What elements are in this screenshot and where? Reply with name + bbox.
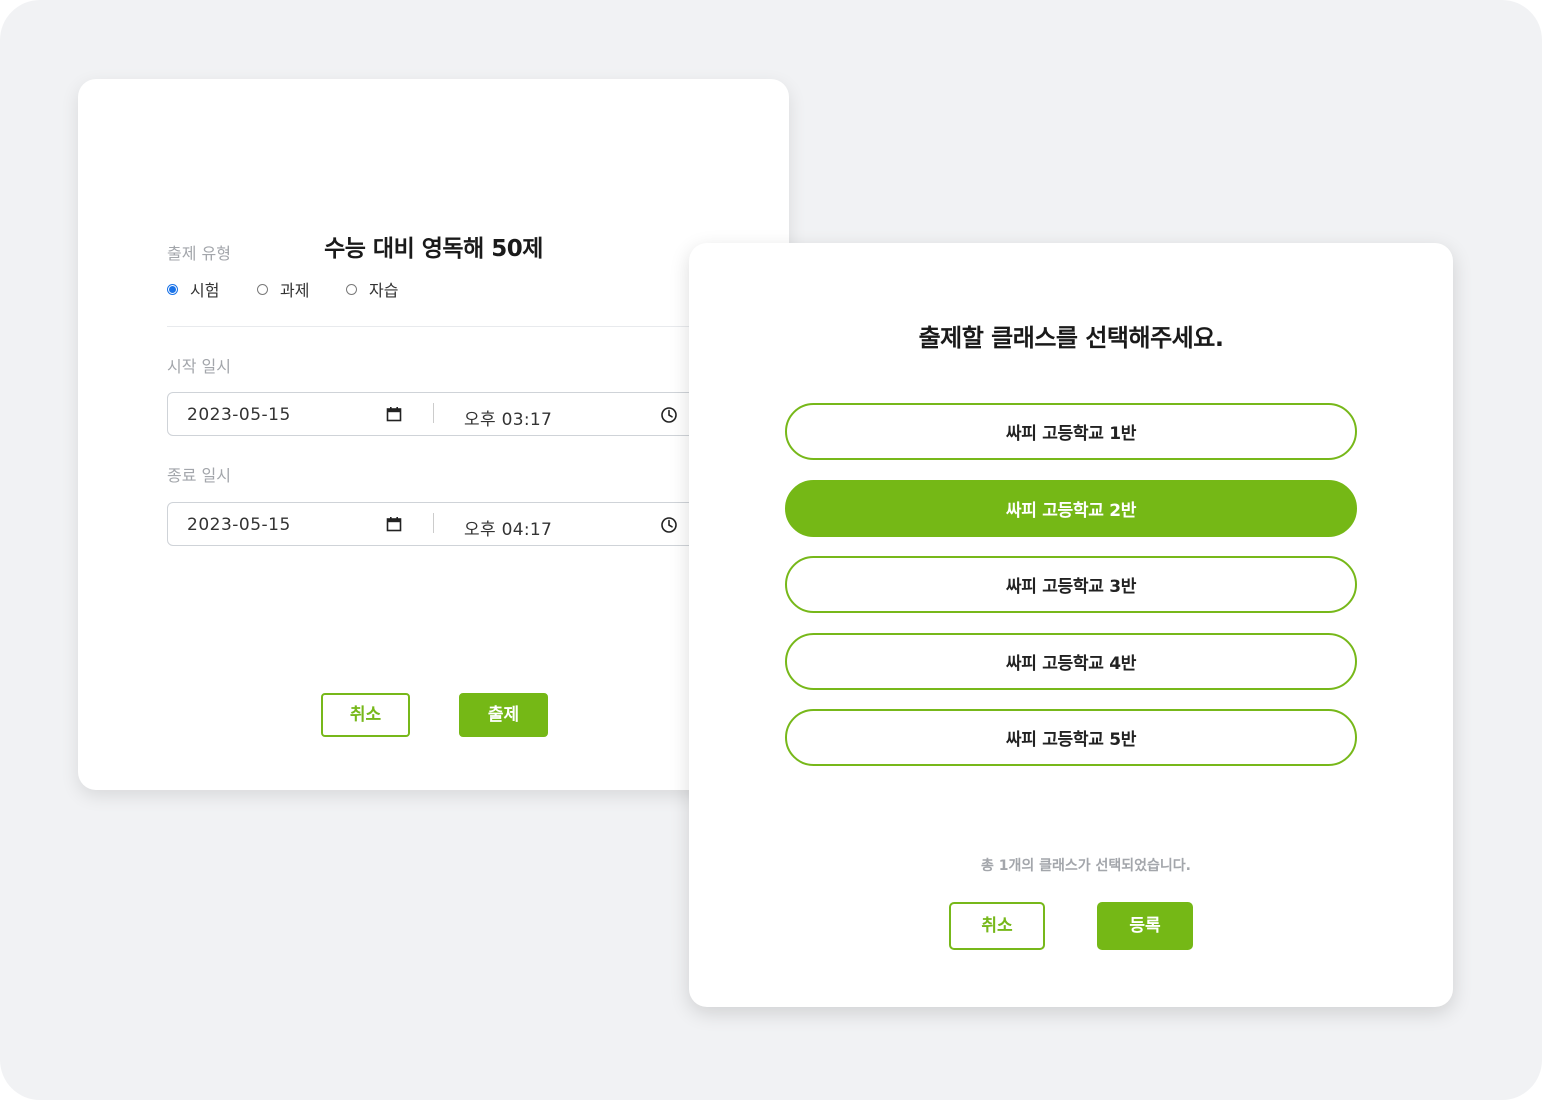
start-time-value[interactable]: 오후 03:17	[464, 405, 552, 430]
radio-homework-label: 과제	[280, 281, 310, 300]
class-option[interactable]: 싸피 고등학교 1반	[785, 403, 1357, 460]
class-option[interactable]: 싸피 고등학교 3반	[785, 556, 1357, 613]
selection-summary: 총 1개의 클래스가 선택되었습니다.	[980, 858, 1191, 874]
class-option[interactable]: 싸피 고등학교 4반	[785, 633, 1357, 690]
calendar-icon[interactable]	[386, 406, 402, 422]
clock-icon[interactable]	[660, 516, 678, 534]
radio-exam-label: 시험	[190, 281, 220, 300]
modal-title: 출제할 클래스를 선택해주세요.	[918, 324, 1224, 352]
class-select-modal: 출제할 클래스를 선택해주세요. 싸피 고등학교 1반 싸피 고등학교 2반 싸…	[689, 243, 1453, 1007]
assignment-settings-card: 수능 대비 영독해 50제 출제 유형 시험 과제 자습 시작 일시 2023-…	[78, 79, 789, 790]
radio-self-study-label: 자습	[369, 281, 399, 300]
class-option[interactable]: 싸피 고등학교 5반	[785, 709, 1357, 766]
cancel-button[interactable]: 취소	[321, 693, 410, 737]
submit-button[interactable]: 출제	[459, 693, 548, 737]
end-datetime-field[interactable]: 2023-05-15 오후 04:17	[167, 502, 727, 546]
modal-cancel-button[interactable]: 취소	[949, 902, 1045, 950]
end-time-value[interactable]: 오후 04:17	[464, 515, 552, 540]
date-time-separator	[433, 403, 434, 423]
radio-exam-dot[interactable]	[167, 283, 178, 295]
start-date-value[interactable]: 2023-05-15	[187, 405, 291, 425]
clock-icon[interactable]	[660, 406, 678, 424]
radio-homework-dot[interactable]	[257, 283, 268, 295]
radio-self-study-dot[interactable]	[346, 283, 357, 295]
background-canvas: 수능 대비 영독해 50제 출제 유형 시험 과제 자습 시작 일시 2023-…	[0, 0, 1542, 1100]
class-option-selected[interactable]: 싸피 고등학교 2반	[785, 480, 1357, 537]
date-time-separator	[433, 513, 434, 533]
end-datetime-label: 종료 일시	[167, 466, 231, 485]
radio-self-study[interactable]: 자습	[346, 278, 398, 300]
radio-exam[interactable]: 시험	[167, 278, 219, 300]
type-label: 출제 유형	[167, 244, 231, 263]
calendar-icon[interactable]	[386, 516, 402, 532]
section-divider	[167, 326, 697, 327]
start-datetime-field[interactable]: 2023-05-15 오후 03:17	[167, 392, 727, 436]
radio-homework[interactable]: 과제	[257, 278, 309, 300]
end-date-value[interactable]: 2023-05-15	[187, 515, 291, 535]
start-datetime-label: 시작 일시	[167, 357, 231, 376]
register-button[interactable]: 등록	[1097, 902, 1193, 950]
